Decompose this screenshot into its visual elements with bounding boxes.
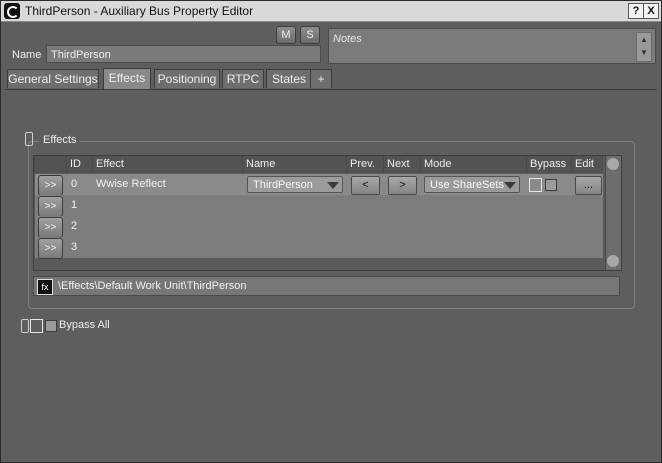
- col-next: Next: [383, 156, 420, 173]
- col-go: [34, 156, 66, 173]
- effect-path-bar: fx \Effects\Default Work Unit\ThirdPerso…: [33, 276, 620, 296]
- row-id: 2: [71, 220, 78, 232]
- col-id: ID: [66, 156, 92, 173]
- bypass-all-checkbox[interactable]: [45, 320, 57, 332]
- col-name: Name: [242, 156, 346, 173]
- bypass-checkbox[interactable]: [545, 179, 557, 191]
- name-label: Name: [12, 49, 42, 61]
- bypass-all-label: Bypass All: [59, 319, 110, 331]
- row-id: 0: [71, 178, 78, 190]
- help-button[interactable]: ?: [628, 3, 644, 19]
- row-id: 1: [71, 199, 78, 211]
- notes-field[interactable]: Notes ▲ ▼: [328, 28, 656, 64]
- col-edit: Edit: [571, 156, 603, 173]
- bypass-icon: [529, 178, 542, 192]
- next-button[interactable]: >: [388, 176, 417, 195]
- tab-positioning[interactable]: Positioning: [154, 69, 220, 88]
- property-editor-window: ThirdPerson - Auxiliary Bus Property Edi…: [0, 0, 662, 463]
- col-prev: Prev.: [346, 156, 383, 173]
- close-button[interactable]: X: [643, 3, 659, 19]
- table-row[interactable]: >> 1: [35, 195, 603, 217]
- table-scrollbar[interactable]: [605, 156, 621, 270]
- table-row[interactable]: >> 3: [35, 237, 603, 259]
- notes-placeholder: Notes: [333, 33, 362, 45]
- notes-scrollbar[interactable]: ▲ ▼: [636, 32, 652, 62]
- chevron-down-icon: [327, 182, 339, 189]
- go-to-effect-button[interactable]: >>: [38, 196, 63, 217]
- scroll-down-icon[interactable]: ▼: [637, 46, 651, 59]
- effect-path: \Effects\Default Work Unit\ThirdPerson: [58, 280, 247, 292]
- go-to-effect-button[interactable]: >>: [38, 175, 63, 196]
- wwise-app-icon: [4, 3, 20, 19]
- mode-dropdown[interactable]: Use ShareSets: [424, 176, 520, 193]
- go-to-effect-button[interactable]: >>: [38, 238, 63, 259]
- mute-button[interactable]: M: [276, 26, 296, 44]
- mode-value: Use ShareSets: [430, 179, 504, 191]
- group-pin-icon[interactable]: [25, 132, 33, 146]
- chevron-down-icon: [504, 182, 516, 189]
- tab-rtpc[interactable]: RTPC: [222, 69, 264, 88]
- effect-name-dropdown[interactable]: ThirdPerson: [247, 176, 343, 193]
- solo-button[interactable]: S: [300, 26, 320, 44]
- row-effect: Wwise Reflect: [96, 178, 166, 190]
- scroll-up-icon[interactable]: [607, 158, 619, 170]
- effect-name-value: ThirdPerson: [253, 179, 313, 191]
- pin-icon[interactable]: [21, 319, 29, 333]
- scroll-up-icon[interactable]: ▲: [637, 33, 651, 46]
- tab-general-settings[interactable]: General Settings: [7, 69, 99, 88]
- effects-group-title: Effects: [39, 134, 81, 146]
- title-bar: ThirdPerson - Auxiliary Bus Property Edi…: [1, 1, 661, 22]
- window-title: ThirdPerson - Auxiliary Bus Property Edi…: [25, 4, 254, 18]
- name-field[interactable]: ThirdPerson: [46, 45, 321, 63]
- edit-button[interactable]: ...: [575, 176, 602, 195]
- row-id: 3: [71, 241, 78, 253]
- bypass-all-icon: [30, 319, 43, 333]
- scroll-down-icon[interactable]: [607, 255, 619, 267]
- effects-table: ID Effect Name Prev. Next Mode Bypass Ed…: [33, 155, 622, 271]
- effect-icon: fx: [37, 279, 53, 295]
- tab-effects[interactable]: Effects: [103, 68, 151, 89]
- table-row[interactable]: >> 2: [35, 216, 603, 238]
- table-row[interactable]: >> 0 Wwise Reflect ThirdPerson < > Use S…: [35, 174, 603, 196]
- go-to-effect-button[interactable]: >>: [38, 217, 63, 238]
- col-bypass: Bypass: [526, 156, 571, 173]
- col-mode: Mode: [420, 156, 526, 173]
- col-effect: Effect: [92, 156, 242, 173]
- prev-button[interactable]: <: [351, 176, 380, 195]
- tab-states[interactable]: States: [266, 69, 312, 88]
- tab-add[interactable]: +: [310, 69, 332, 88]
